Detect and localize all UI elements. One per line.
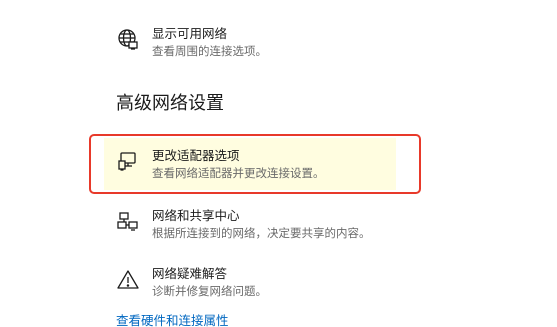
item-title: 网络和共享中心 (152, 208, 240, 223)
view-hardware-connection-properties-link[interactable]: 查看硬件和连接属性 (116, 313, 229, 327)
warning-triangle-icon (116, 268, 140, 292)
section-title: 高级网络设置 (116, 93, 224, 114)
change-adapter-options[interactable]: 更改适配器选项 查看网络适配器并更改连接设置。 (116, 148, 416, 192)
network-troubleshooter[interactable]: 网络疑难解答 诊断并修复网络问题。 (116, 266, 416, 310)
item-description: 查看网络适配器并更改连接设置。 (152, 166, 325, 180)
show-available-networks[interactable]: 显示可用网络 查看周围的连接选项。 (116, 26, 416, 70)
network-sharing-center[interactable]: 网络和共享中心 根据所连接到的网络，决定要共享的内容。 (116, 208, 416, 252)
item-description: 查看周围的连接选项。 (152, 44, 267, 58)
network-sharing-icon (116, 210, 140, 234)
item-description: 诊断并修复网络问题。 (152, 284, 267, 298)
globe-network-icon (116, 28, 140, 52)
item-title: 更改适配器选项 (152, 148, 240, 163)
item-description: 根据所连接到的网络，决定要共享的内容。 (152, 226, 371, 240)
monitor-adapter-icon (116, 150, 140, 174)
item-title: 网络疑难解答 (152, 266, 228, 281)
item-title: 显示可用网络 (152, 26, 228, 41)
